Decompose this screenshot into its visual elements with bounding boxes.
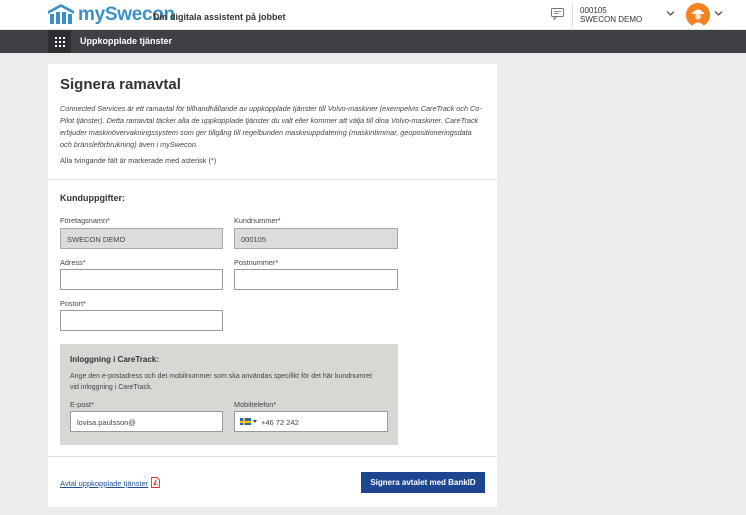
footer-divider — [48, 456, 497, 457]
postal-code-label: Postnummer* — [234, 258, 279, 267]
customer-section-title: Kunduppgifter: — [60, 193, 125, 203]
caretrack-title: Inloggning i CareTrack: — [70, 355, 159, 364]
logo[interactable]: mySwecon — [48, 3, 175, 27]
address-label: Adress* — [60, 258, 86, 267]
avatar-icon — [686, 3, 710, 27]
page-title: Signera ramavtal — [60, 76, 181, 93]
tagline: Din digitala assistent på jobbet — [153, 12, 286, 22]
top-header: mySwecon Din digitala assistent på jobbe… — [0, 0, 746, 30]
grid-icon[interactable] — [48, 30, 71, 53]
section-divider — [48, 179, 497, 180]
caret-down-icon[interactable] — [253, 420, 257, 423]
logo-icon — [48, 4, 74, 24]
address-field[interactable] — [60, 269, 223, 290]
postal-code-field[interactable] — [234, 269, 398, 290]
nav-title: Uppkopplade tjänster — [80, 36, 173, 46]
phone-label: Mobiltelefon* — [234, 400, 277, 409]
caretrack-description: Ange den e-postadress och det mobilnumme… — [70, 373, 372, 391]
customer-number-field: 000105 — [234, 228, 398, 249]
header-divider — [572, 3, 573, 27]
chat-icon[interactable] — [551, 8, 564, 20]
phone-value: +46 72 242 — [261, 418, 299, 427]
sign-bankid-button[interactable]: Signera avtalet med BankID — [361, 472, 485, 493]
city-label: Postort* — [60, 299, 86, 308]
chevron-down-icon[interactable] — [714, 10, 723, 17]
sweden-flag-icon[interactable] — [240, 418, 251, 425]
phone-field[interactable]: +46 72 242 — [234, 411, 388, 432]
intro-text: Connected Services är ett ramavtal för t… — [60, 104, 482, 149]
company-name-field: SWECON DEMO — [60, 228, 223, 249]
pdf-icon[interactable] — [151, 477, 160, 488]
nav-bar: Uppkopplade tjänster — [0, 30, 746, 53]
city-field[interactable] — [60, 310, 223, 331]
caretrack-login-box: Inloggning i CareTrack: Ange den e-posta… — [60, 344, 398, 445]
email-field[interactable]: lovisa.paulsson@ — [70, 411, 223, 432]
company-name[interactable]: SWECON DEMO — [580, 15, 642, 24]
chevron-down-icon[interactable] — [666, 10, 675, 17]
email-label: E-post* — [70, 400, 94, 409]
company-id[interactable]: 000105 — [580, 6, 607, 15]
customer-number-label: Kundnummer* — [234, 216, 281, 225]
required-note: Alla tvingande fält är markerade med ast… — [60, 156, 217, 165]
avatar[interactable] — [686, 3, 710, 27]
agreement-link[interactable]: Avtal uppkopplade tjänster — [60, 479, 148, 488]
company-name-label: Företagsnamn* — [60, 216, 110, 225]
agreement-form-card: Signera ramavtal Connected Services är e… — [48, 64, 497, 507]
